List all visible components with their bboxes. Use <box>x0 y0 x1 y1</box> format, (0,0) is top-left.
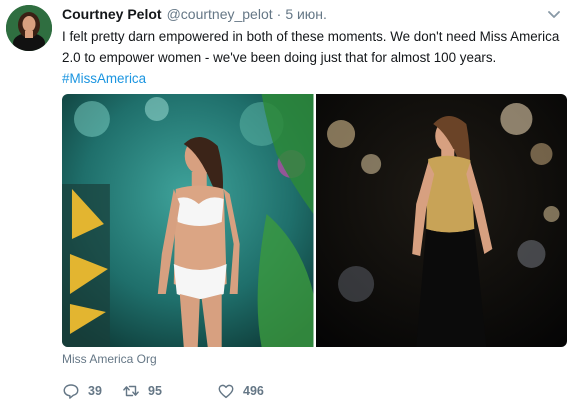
tweet-actions: 39 95 496 <box>62 381 292 401</box>
tweet-text-body: I felt pretty darn empowered in both of … <box>62 29 560 65</box>
photo-gown[interactable] <box>315 94 567 347</box>
heart-icon <box>218 384 234 399</box>
separator-dot: · <box>276 6 282 22</box>
chevron-down-icon[interactable] <box>548 11 560 19</box>
avatar[interactable] <box>6 5 52 51</box>
retweet-button[interactable]: 95 <box>122 382 217 400</box>
like-count: 496 <box>243 384 264 398</box>
timestamp[interactable]: 5 июн. <box>285 6 327 22</box>
reply-count: 39 <box>88 384 102 398</box>
tweet-text: I felt pretty darn empowered in both of … <box>62 26 562 89</box>
media-grid <box>62 94 567 347</box>
tweet[interactable]: Courtney Pelot @courtney_pelot · 5 июн. … <box>0 0 569 409</box>
retweet-icon <box>123 385 139 397</box>
author-handle[interactable]: @courtney_pelot <box>167 6 273 22</box>
retweet-count: 95 <box>148 384 162 398</box>
hashtag-link[interactable]: #MissAmerica <box>62 71 146 86</box>
reply-button[interactable]: 39 <box>62 382 122 400</box>
media-source-label[interactable]: Miss America Org <box>62 352 157 366</box>
author-name[interactable]: Courtney Pelot <box>62 6 162 22</box>
photo-swimsuit[interactable] <box>62 94 314 347</box>
tweet-header: Courtney Pelot @courtney_pelot · 5 июн. <box>62 6 327 24</box>
reply-icon <box>63 384 79 399</box>
like-button[interactable]: 496 <box>217 382 264 400</box>
